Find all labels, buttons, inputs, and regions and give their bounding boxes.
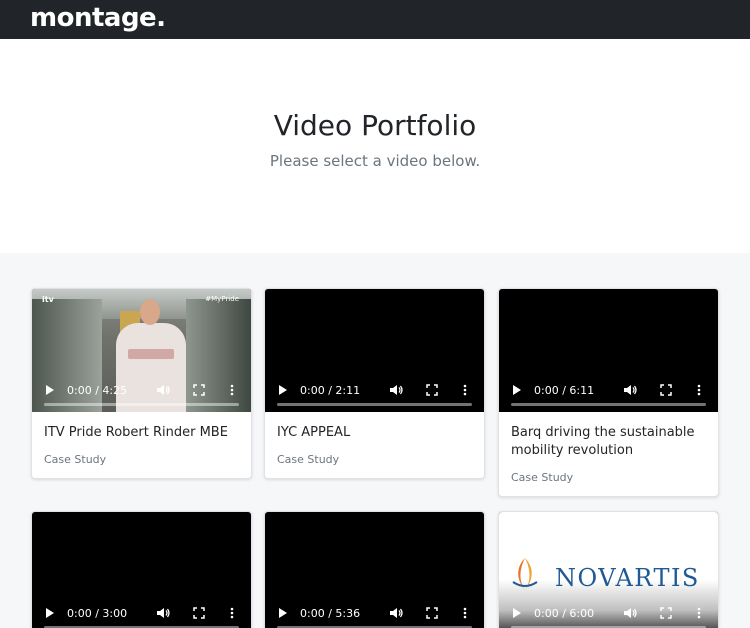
play-icon[interactable]	[277, 605, 289, 621]
video-controls: 0:00 / 6:11	[499, 382, 718, 398]
volume-icon[interactable]	[623, 605, 637, 621]
progress-bar[interactable]	[511, 403, 706, 406]
video-card[interactable]: 0:00 / 5:36	[264, 511, 485, 628]
video-card[interactable]: itv #MyPride 0:00 / 4:25 ITV Pride Rober…	[31, 288, 252, 479]
volume-icon[interactable]	[389, 382, 403, 398]
card-body: IYC APPEAL Case Study	[265, 412, 484, 478]
video-player[interactable]: 0:00 / 5:36	[265, 512, 484, 628]
play-icon[interactable]	[511, 605, 523, 621]
novartis-logo-icon	[512, 558, 538, 590]
novartis-logo-text: NOVARTIS	[555, 564, 700, 592]
video-player[interactable]: 0:00 / 6:11	[499, 289, 718, 412]
video-card[interactable]: 0:00 / 3:00	[31, 511, 252, 628]
video-category: Case Study	[277, 453, 340, 466]
video-title: IYC APPEAL	[277, 425, 351, 440]
hashtag-badge: #MyPride	[205, 295, 239, 303]
video-controls: 0:00 / 5:36	[265, 605, 484, 621]
video-card[interactable]: NOVARTIS 0:00 / 6:00	[498, 511, 719, 628]
video-player[interactable]: NOVARTIS 0:00 / 6:00	[499, 512, 718, 628]
page-subtitle: Please select a video below.	[269, 152, 481, 170]
more-vertical-icon[interactable]	[695, 382, 703, 398]
volume-icon[interactable]	[156, 605, 170, 621]
more-vertical-icon[interactable]	[695, 605, 703, 621]
play-icon[interactable]	[44, 382, 56, 398]
video-category: Case Study	[511, 471, 574, 484]
volume-icon[interactable]	[389, 605, 403, 621]
more-vertical-icon[interactable]	[461, 605, 469, 621]
video-gallery: itv #MyPride 0:00 / 4:25 ITV Pride Rober…	[0, 253, 750, 628]
video-time: 0:00 / 2:11	[300, 383, 361, 397]
progress-bar[interactable]	[44, 403, 239, 406]
more-vertical-icon[interactable]	[228, 382, 236, 398]
hero-section: Video Portfolio Please select a video be…	[0, 39, 750, 253]
video-category: Case Study	[44, 453, 107, 466]
video-time: 0:00 / 4:25	[67, 383, 128, 397]
video-time: 0:00 / 3:00	[67, 606, 128, 620]
video-controls: 0:00 / 2:11	[265, 382, 484, 398]
video-controls: 0:00 / 3:00	[32, 605, 251, 621]
volume-icon[interactable]	[623, 382, 637, 398]
brand-logo[interactable]: montage.	[30, 5, 166, 31]
navbar: montage.	[0, 0, 750, 39]
video-card[interactable]: 0:00 / 6:11 Barq driving the sustainable…	[498, 288, 719, 497]
play-icon[interactable]	[44, 605, 56, 621]
video-title: ITV Pride Robert Rinder MBE	[44, 425, 228, 440]
progress-bar[interactable]	[277, 403, 472, 406]
video-card[interactable]: 0:00 / 2:11 IYC APPEAL Case Study	[264, 288, 485, 479]
video-time: 0:00 / 5:36	[300, 606, 361, 620]
itv-badge: itv	[42, 295, 54, 304]
play-icon[interactable]	[511, 382, 523, 398]
play-icon[interactable]	[277, 382, 289, 398]
fullscreen-icon[interactable]	[425, 382, 439, 398]
video-controls: 0:00 / 4:25	[32, 382, 251, 398]
fullscreen-icon[interactable]	[425, 605, 439, 621]
fullscreen-icon[interactable]	[192, 382, 206, 398]
volume-icon[interactable]	[156, 382, 170, 398]
card-body: Barq driving the sustainable mobility re…	[499, 412, 718, 496]
video-player[interactable]: 0:00 / 3:00	[32, 512, 251, 628]
video-time: 0:00 / 6:00	[534, 606, 595, 620]
fullscreen-icon[interactable]	[659, 605, 673, 621]
video-title: Barq driving the sustainable mobility re…	[511, 425, 695, 458]
page-title: Video Portfolio	[273, 109, 477, 142]
card-body: ITV Pride Robert Rinder MBE Case Study	[32, 412, 251, 478]
video-controls: 0:00 / 6:00	[499, 605, 718, 621]
fullscreen-icon[interactable]	[192, 605, 206, 621]
video-player[interactable]: 0:00 / 2:11	[265, 289, 484, 412]
fullscreen-icon[interactable]	[659, 382, 673, 398]
video-player[interactable]: itv #MyPride 0:00 / 4:25	[32, 289, 251, 412]
more-vertical-icon[interactable]	[228, 605, 236, 621]
video-time: 0:00 / 6:11	[534, 383, 595, 397]
more-vertical-icon[interactable]	[461, 382, 469, 398]
